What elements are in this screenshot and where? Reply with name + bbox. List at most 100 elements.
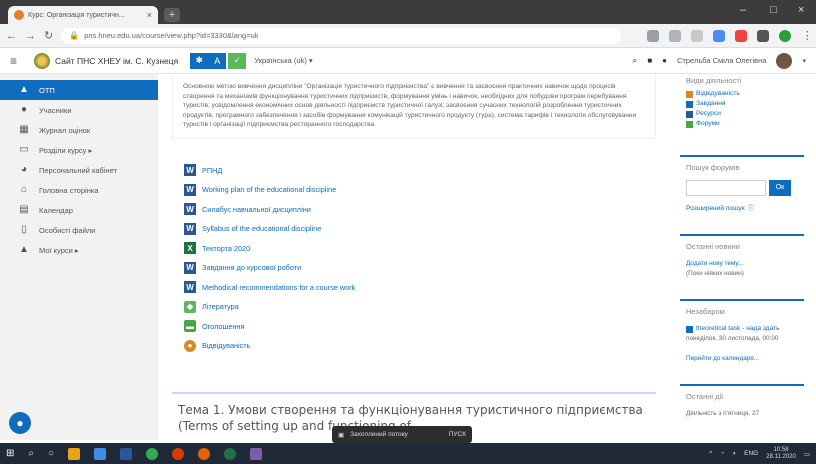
language-indicator[interactable]: ENG [744, 450, 758, 457]
checkmark-icon[interactable]: ✓ [228, 52, 247, 69]
users-icon: ● [20, 104, 28, 115]
resource-spreadsheet[interactable]: X Текторта 2020 [184, 239, 656, 259]
add-topic-link[interactable]: Додати нову тему... [686, 259, 798, 269]
activity-attendance[interactable]: Відвідуваність [686, 89, 798, 99]
tab-close-icon[interactable]: × [147, 10, 152, 20]
volume-icon[interactable]: ◖ [732, 450, 736, 457]
puzzle-icon[interactable] [757, 29, 770, 42]
file-explorer-icon[interactable] [68, 447, 81, 460]
app-icon[interactable] [172, 447, 185, 460]
go-to-calendar-link[interactable]: Перейти до календаря... [686, 354, 798, 364]
pocket-icon[interactable] [735, 29, 748, 42]
resource-announcements[interactable]: ▬ Оголошення [184, 317, 656, 337]
drawer-item-course[interactable]: ▲ ОТП [0, 80, 158, 100]
windows-start-icon[interactable]: ⊞ [6, 448, 14, 459]
chat-label: Захоплений потоку [350, 431, 408, 438]
resource-icon [686, 110, 693, 118]
word-app-icon[interactable] [120, 447, 133, 460]
help-button[interactable]: ● [9, 412, 31, 434]
menu-kebab-icon[interactable]: ⋮ [801, 29, 813, 42]
task-view-icon[interactable]: ○ [48, 448, 54, 459]
clock-date: 28.11.2020 [766, 453, 796, 460]
minimize-icon[interactable]: – [740, 4, 746, 16]
close-window-icon[interactable]: × [798, 4, 804, 16]
help-icon[interactable]: ⓘ [748, 204, 755, 214]
book-icon: ◆ [184, 300, 196, 313]
assignment-icon [686, 325, 693, 333]
drawer-item-participants[interactable]: ● Учасники [0, 100, 158, 120]
back-icon[interactable]: ← [6, 30, 17, 42]
forum-search-button[interactable]: Ок [769, 180, 791, 196]
avatar[interactable] [776, 52, 793, 69]
maximize-icon[interactable]: □ [770, 4, 777, 16]
language-selector[interactable]: Українська (uk) ▾ [254, 56, 312, 65]
drawer-item-home[interactable]: ⌂ Головна сторінка [0, 180, 158, 200]
browser-tab[interactable]: Курс: Організація туристичн... × [8, 6, 158, 24]
chat-action-button[interactable]: ПУСК [449, 431, 466, 438]
new-tab-button[interactable]: + [164, 8, 180, 22]
advanced-search-link[interactable]: Розширений пошук ⓘ [686, 204, 798, 214]
course-content: Основною метою вивчення дисципліни "Орга… [172, 74, 656, 440]
resource-rpnd[interactable]: W РПНД [184, 161, 656, 181]
search-forums-title: Пошук форумів [686, 163, 740, 172]
url-text: pns.hneu.edu.ua/course/view.php?id=3330&… [84, 31, 259, 40]
search-icon[interactable]: ⌕ [632, 55, 637, 66]
graduation-cap-icon: ▲ [19, 244, 29, 255]
calendar-icon: ▤ [19, 204, 29, 215]
activity-assignments[interactable]: Завдання [686, 99, 798, 109]
drawer-item-my-courses[interactable]: ▲ Мої курси ▸ [0, 240, 158, 260]
attendance-icon [686, 90, 693, 98]
drawer-item-calendar[interactable]: ▤ Календар [0, 200, 158, 220]
extension-icon[interactable] [691, 29, 704, 42]
activity-resources[interactable]: Ресурси [686, 109, 798, 119]
search-icon[interactable]: ⌕ [28, 448, 34, 459]
news-block: Останні новини Додати нову тему... (Поки… [680, 234, 804, 285]
drawer-item-sections[interactable]: ▭ Розділи курсу ▸ [0, 140, 158, 160]
resource-methodical-recommendations[interactable]: W Methodical recommendations for a cours… [184, 278, 656, 298]
resource-syllabus-ua[interactable]: W Силабус навчальної дисципліни [184, 200, 656, 220]
forward-icon[interactable]: → [25, 30, 36, 42]
activities-block: Види діяльності Відвідуваність Завдання … [680, 74, 804, 135]
hamburger-menu-icon[interactable]: ≡ [10, 54, 34, 68]
drawer-item-files[interactable]: ▯ Особисті файли [0, 220, 158, 240]
network-icon[interactable]: ◔ [720, 450, 724, 457]
clock[interactable]: 10:58 28.11.2020 [766, 447, 796, 461]
chevron-down-icon[interactable]: ▾ [802, 57, 806, 65]
upcoming-event-link[interactable]: theoretical task - нада здать [686, 324, 798, 334]
chevron-up-icon[interactable]: ^ [709, 450, 712, 457]
resource-literature[interactable]: ◆ Література [184, 297, 656, 317]
store-icon[interactable] [94, 447, 107, 460]
resource-coursework-tasks[interactable]: W Завдання до курсової роботи [184, 258, 656, 278]
resource-working-plan[interactable]: W Working plan of the educational discip… [184, 180, 656, 200]
reload-icon[interactable]: ↻ [44, 29, 53, 42]
forum-search-input[interactable] [686, 180, 766, 196]
translate-icon[interactable] [713, 29, 726, 42]
messages-icon[interactable]: ● [662, 56, 667, 65]
grid-extension-icon[interactable] [647, 29, 660, 42]
forum-icon [686, 120, 693, 128]
zoom-icon[interactable] [669, 29, 682, 42]
notifications-icon[interactable]: ■ [647, 56, 652, 65]
assignment-icon [686, 100, 693, 108]
settings-icon[interactable]: ✱ [190, 52, 209, 69]
activity-forums[interactable]: Форуми [686, 119, 798, 129]
firefox-icon[interactable] [198, 447, 211, 460]
home-icon: ⌂ [20, 184, 28, 195]
accessibility-icon[interactable]: A [208, 52, 227, 69]
app-green-icon[interactable] [224, 447, 237, 460]
drawer-item-grades[interactable]: ▦ Журнал оцінок [0, 120, 158, 140]
url-field[interactable]: 🔒 pns.hneu.edu.ua/course/view.php?id=333… [61, 27, 622, 44]
resource-attendance[interactable]: ● Відвідуваність [184, 336, 656, 356]
notification-center-icon[interactable]: ▭ [804, 450, 810, 458]
site-name-link[interactable]: Сайт ПНС ХНЕУ ім. С. Кузнеця [55, 56, 178, 66]
drawer-item-dashboard[interactable]: ◕ Персональний кабінет [0, 160, 158, 180]
profile-icon[interactable] [779, 29, 792, 42]
forum-search-block: Пошук форумів Ок Розширений пошук ⓘ [680, 155, 804, 220]
course-description: Основною метою вивчення дисципліни "Орга… [172, 74, 656, 139]
chrome-icon[interactable] [146, 447, 159, 460]
resource-syllabus-en[interactable]: W Syllabus of the educational discipline [184, 219, 656, 239]
chat-notification[interactable]: ▣ Захоплений потоку ПУСК [332, 426, 472, 443]
upcoming-event-date: понеділок, 30 листопада, 00:00 [686, 335, 779, 342]
app-purple-icon[interactable] [250, 447, 263, 460]
user-name[interactable]: Стрельба Сміла Олегівна [677, 56, 766, 65]
